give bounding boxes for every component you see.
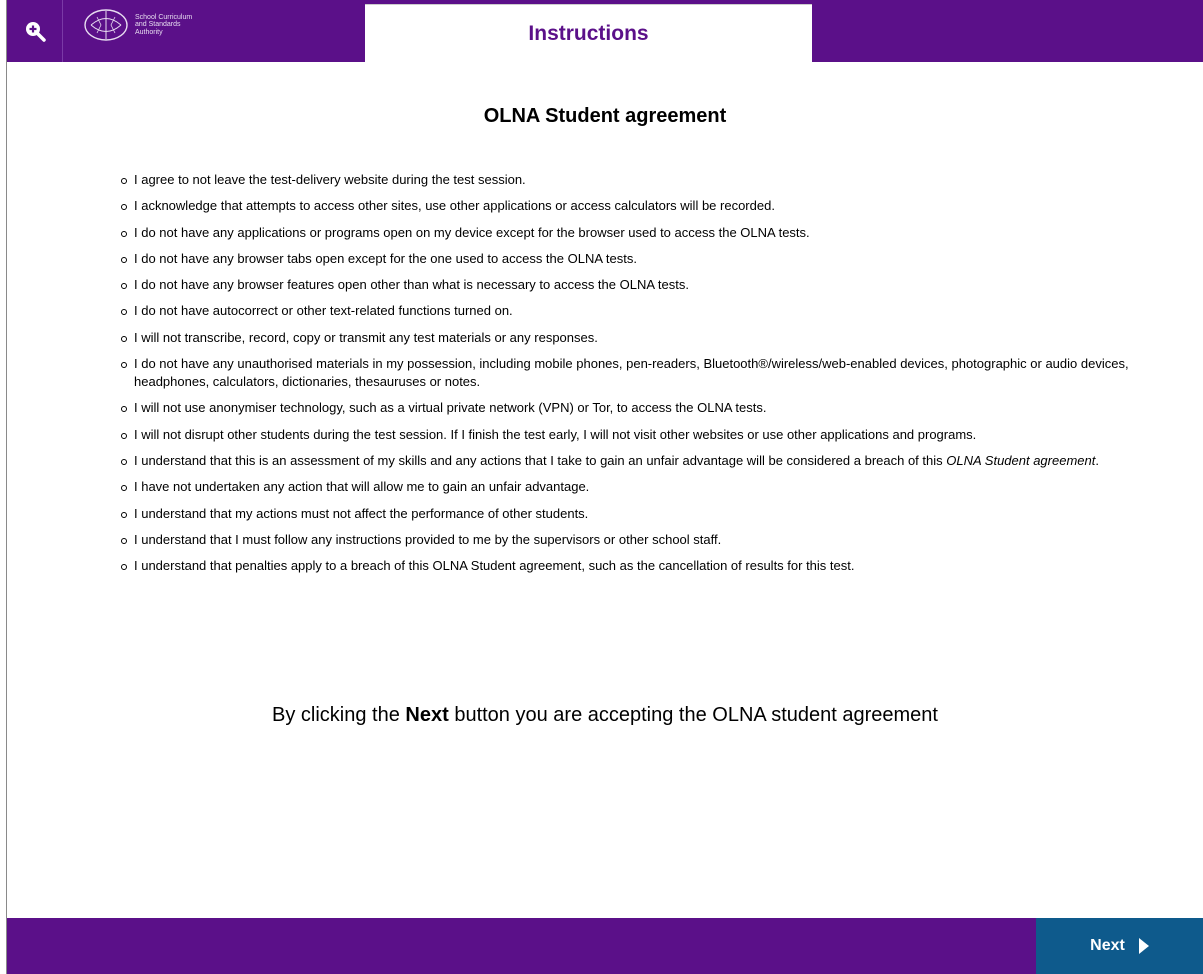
list-item-text: I acknowledge that attempts to access ot…	[134, 198, 775, 214]
play-arrow-icon	[1138, 938, 1149, 954]
list-item: I will not use anonymiser technology, su…	[121, 399, 1171, 417]
list-item-text: I do not have any browser tabs open exce…	[134, 250, 637, 266]
list-item: I will not transcribe, record, copy or t…	[121, 329, 1171, 347]
list-item: I understand that penalties apply to a b…	[121, 557, 1171, 575]
zoom-in-icon	[25, 22, 46, 42]
zoom-in-button[interactable]	[7, 0, 63, 62]
accept-note-bold: Next	[405, 704, 449, 726]
logo-line-1: School Curriculum	[135, 13, 193, 21]
accept-note: By clicking the Next button you are acce…	[7, 704, 1203, 727]
list-item: I understand that this is an assessment …	[121, 452, 1171, 470]
list-item-text: I will not transcribe, record, copy or t…	[134, 329, 598, 345]
accept-note-before: By clicking the	[272, 704, 406, 726]
list-item-text: I agree to not leave the test-delivery w…	[134, 172, 526, 187]
list-item-text: I will not disrupt other students during…	[134, 426, 977, 442]
agreement-list: I agree to not leave the test-delivery w…	[121, 171, 1171, 583]
accept-note-after: button you are accepting the OLNA studen…	[448, 704, 938, 726]
list-item: I do not have any unauthorised materials…	[121, 355, 1171, 391]
list-item: I do not have autocorrect or other text-…	[121, 302, 1171, 320]
header-bar: School Curriculum and Standards Authorit…	[7, 0, 1203, 62]
list-item-emphasis: OLNA Student agreement	[946, 452, 1096, 468]
list-item: I will not disrupt other students during…	[121, 426, 1171, 444]
logo-line-3: Authority	[135, 28, 163, 36]
scsa-emblem-icon	[84, 9, 128, 41]
list-item-suffix: .	[1095, 452, 1099, 468]
footer-bar: Next	[7, 918, 1203, 974]
list-item: I have not undertaken any action that wi…	[121, 478, 1171, 496]
list-item-text: I have not undertaken any action that wi…	[134, 479, 590, 495]
list-item: I do not have any browser features open …	[121, 276, 1171, 294]
list-item-text: I understand that this is an assessment …	[134, 452, 947, 468]
list-item-text: I understand that penalties apply to a b…	[134, 558, 855, 574]
list-item: I do not have any applications or progra…	[121, 224, 1171, 242]
logo-line-2: and Standards	[135, 21, 181, 29]
list-item-text: I understand that my actions must not af…	[134, 505, 589, 521]
list-item: I understand that my actions must not af…	[121, 505, 1171, 523]
list-item-text: I do not have any applications or progra…	[134, 224, 810, 240]
list-item: I understand that I must follow any inst…	[121, 531, 1171, 549]
list-item-text: I will not use anonymiser technology, su…	[134, 400, 767, 416]
scsa-logo: School Curriculum and Standards Authorit…	[83, 8, 253, 42]
list-item-text: I do not have any unauthorised materials…	[134, 356, 1129, 390]
next-button-label: Next	[1090, 937, 1125, 954]
left-border	[0, 0, 7, 974]
app-window: School Curriculum and Standards Authorit…	[0, 0, 1203, 974]
list-item: I acknowledge that attempts to access ot…	[121, 197, 1171, 215]
tab-instructions: Instructions	[365, 4, 812, 62]
page-title: OLNA Student agreement	[483, 105, 727, 127]
list-item-text: I understand that I must follow any inst…	[134, 531, 722, 547]
main-content: OLNA Student agreement I agree to not le…	[7, 62, 1203, 918]
list-item: I agree to not leave the test-delivery w…	[121, 171, 1171, 189]
tab-instructions-label: Instructions	[528, 21, 649, 45]
logo-text: School Curriculum and Standards Authorit…	[135, 14, 192, 37]
next-button[interactable]: Next	[1036, 918, 1203, 974]
list-item-text: I do not have autocorrect or other text-…	[134, 303, 513, 319]
list-item-text: I do not have any browser features open …	[134, 277, 689, 293]
list-item: I do not have any browser tabs open exce…	[121, 250, 1171, 268]
